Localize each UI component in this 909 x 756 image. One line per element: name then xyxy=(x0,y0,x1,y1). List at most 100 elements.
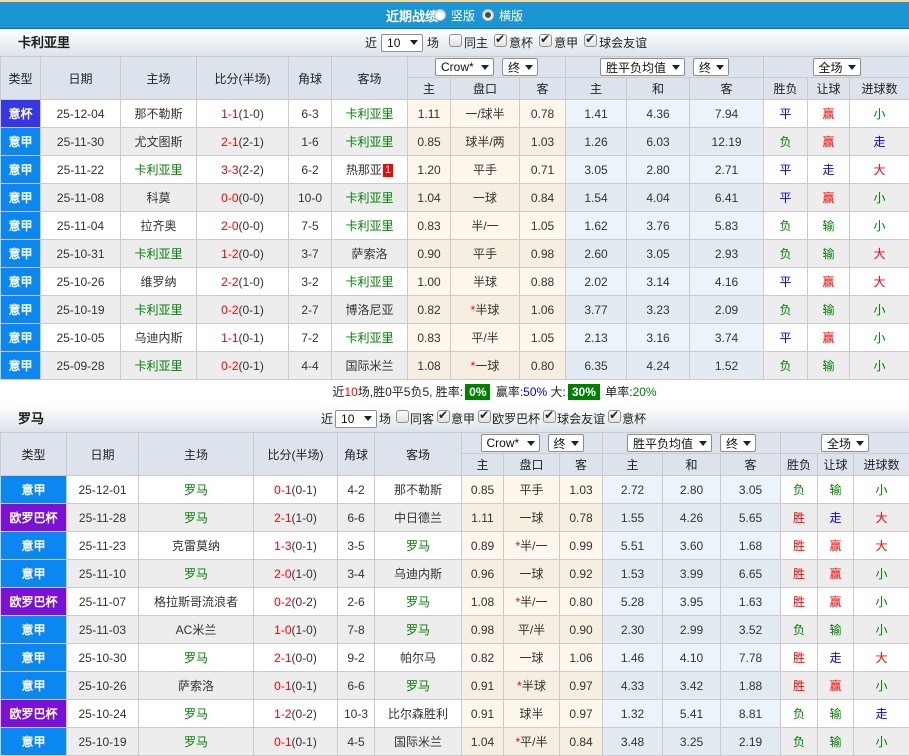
odds-home-cell: 1.08 xyxy=(462,588,504,616)
odds-final-select[interactable]: 终 xyxy=(502,58,538,76)
match-row: 意甲25-11-30尤文图斯2-1(2-1)1-6卡利亚里0.85球半/两1.0… xyxy=(1,128,909,156)
odds-home-cell: 1.04 xyxy=(462,728,504,756)
checkbox-同客[interactable] xyxy=(396,410,409,423)
odds-final-select[interactable]: 终 xyxy=(548,434,584,452)
team-name: 卡利亚里 xyxy=(134,359,182,373)
result-wl-cell: 胜 xyxy=(781,672,818,700)
score-cell: 1-1(0-1) xyxy=(197,324,289,352)
result-wl-cell: 胜 xyxy=(781,560,818,588)
corners-cell: 6-2 xyxy=(289,156,332,184)
corners-cell: 7-8 xyxy=(338,616,375,644)
summary-segment: 20% xyxy=(633,385,657,399)
fulltime-score: 2-0 xyxy=(221,219,238,233)
col-odds-home: 主 xyxy=(462,454,504,476)
team-name: 乌迪内斯 xyxy=(134,331,182,345)
team-name: 罗马 xyxy=(406,539,430,553)
result-hc-cell: 赢 xyxy=(808,184,850,212)
result-goals-cell: 小 xyxy=(850,100,909,128)
team-name: 那不勒斯 xyxy=(394,483,442,497)
matches-tbody: 意甲25-12-01罗马0-1(0-1)4-2那不勒斯0.85平手1.032.7… xyxy=(1,476,909,756)
score-cell: 2-2(1-0) xyxy=(197,268,289,296)
date-cell: 25-11-10 xyxy=(67,560,139,588)
chevron-down-icon xyxy=(527,441,535,446)
home-team-cell: 罗马 xyxy=(139,560,254,588)
mean-select[interactable]: 胜平负均值 xyxy=(600,58,685,76)
team-name: 卡利亚里 xyxy=(345,275,393,289)
radio-vertical[interactable]: 竖版 xyxy=(434,7,475,24)
mean-away-cell: 3.74 xyxy=(690,324,764,352)
odds-away-cell: 0.78 xyxy=(560,504,603,532)
halftime-score: (0-1) xyxy=(239,331,264,345)
corners-cell: 3-7 xyxy=(289,240,332,268)
scope-select[interactable]: 全场 xyxy=(821,434,869,452)
date-cell: 25-10-05 xyxy=(41,324,121,352)
league-cell: 意甲 xyxy=(1,324,41,352)
odds-home-cell: 0.91 xyxy=(462,672,504,700)
mean-home-cell: 1.62 xyxy=(566,212,627,240)
handicap-cell: *半球 xyxy=(504,672,560,700)
date-cell: 25-10-26 xyxy=(41,268,121,296)
team-name: 卡利亚里 xyxy=(345,331,393,345)
odds-group-header: Crow* 终 xyxy=(408,57,566,78)
team-name: 格拉斯哥流浪者 xyxy=(154,595,238,609)
score-cell: 0-1(0-1) xyxy=(254,672,338,700)
match-row: 意甲25-10-31卡利亚里1-2(0-0)3-7萨索洛0.90平手0.982.… xyxy=(1,240,909,268)
team-name: 那不勒斯 xyxy=(134,107,182,121)
matches-table-roma: 类型 日期 主场 比分(半场) 角球 客场 Crow* 终 胜平负均值 终 全场 xyxy=(0,432,909,756)
home-team-cell: 拉齐奥 xyxy=(121,212,197,240)
checkbox-checked-意杯[interactable] xyxy=(608,410,621,423)
result-goals-cell: 小 xyxy=(850,212,909,240)
scope-select[interactable]: 全场 xyxy=(813,58,861,76)
radio-horizontal[interactable]: 横版 xyxy=(482,7,523,24)
mean-select[interactable]: 胜平负均值 xyxy=(627,434,712,452)
league-cell: 意甲 xyxy=(1,728,67,756)
mean-home-cell: 5.51 xyxy=(603,532,663,560)
result-goals-cell: 大 xyxy=(854,532,909,560)
halftime-score: (0-0) xyxy=(239,247,264,261)
result-goals-cell: 走 xyxy=(854,700,909,728)
odds-away-cell: 0.88 xyxy=(520,268,566,296)
radio-vertical-icon[interactable] xyxy=(434,9,446,21)
mean-final-select[interactable]: 终 xyxy=(720,434,756,452)
checkbox-checked-球会友谊[interactable] xyxy=(584,34,597,47)
filter-bar-cagliari: 近 10 场 同主意杯意甲球会友谊 xyxy=(361,33,647,52)
mean-draw-cell: 4.10 xyxy=(663,644,721,672)
score-cell: 2-1(0-0) xyxy=(254,644,338,672)
match-count-select[interactable]: 10 xyxy=(335,410,377,428)
date-cell: 25-11-28 xyxy=(67,504,139,532)
handicap-cell: *半/一 xyxy=(504,588,560,616)
result-wl-cell: 平 xyxy=(764,324,808,352)
match-count-select[interactable]: 10 xyxy=(381,34,423,52)
mean-home-cell: 6.35 xyxy=(566,352,627,380)
checkbox-checked-欧罗巴杯[interactable] xyxy=(478,410,491,423)
bookmaker-select[interactable]: Crow* xyxy=(435,58,494,76)
checkbox-checked-意杯[interactable] xyxy=(494,34,507,47)
team-name: 罗马 xyxy=(406,595,430,609)
halftime-score: (1-0) xyxy=(239,107,264,121)
team-name: 比尔森胜利 xyxy=(388,707,448,721)
home-team-cell: 乌迪内斯 xyxy=(121,324,197,352)
col-home: 主场 xyxy=(121,57,197,100)
bookmaker-select[interactable]: Crow* xyxy=(481,434,540,452)
checkbox-checked-意甲[interactable] xyxy=(437,410,450,423)
date-cell: 25-10-19 xyxy=(67,728,139,756)
mean-final-select[interactable]: 终 xyxy=(693,58,729,76)
col-mean-away: 客 xyxy=(690,78,764,100)
corners-cell: 7-2 xyxy=(289,324,332,352)
checkbox-checked-球会友谊[interactable] xyxy=(543,410,556,423)
stats-summary-cagliari: 近10场,胜0平5负5, 胜率:0% 赢率:50% 大:30% 单率:20% xyxy=(0,380,909,405)
date-cell: 25-12-04 xyxy=(41,100,121,128)
handicap-cell: 半球 xyxy=(451,268,520,296)
radio-horizontal-icon[interactable] xyxy=(482,9,494,21)
team-name: 卡利亚里 xyxy=(345,191,393,205)
result-hc-cell: 走 xyxy=(818,504,854,532)
checkbox-checked-意甲[interactable] xyxy=(539,34,552,47)
halftime-score: (1-0) xyxy=(292,511,317,525)
match-row: 意甲25-10-26维罗纳2-2(1-0)3-2卡利亚里1.00半球0.882.… xyxy=(1,268,909,296)
filter-suffix-label: 场 xyxy=(427,34,439,51)
checkbox-同主[interactable] xyxy=(449,34,462,47)
result-wl-cell: 负 xyxy=(781,616,818,644)
star-mark: * xyxy=(517,679,522,693)
league-cell: 意甲 xyxy=(1,532,67,560)
mean-away-cell: 1.63 xyxy=(721,588,781,616)
